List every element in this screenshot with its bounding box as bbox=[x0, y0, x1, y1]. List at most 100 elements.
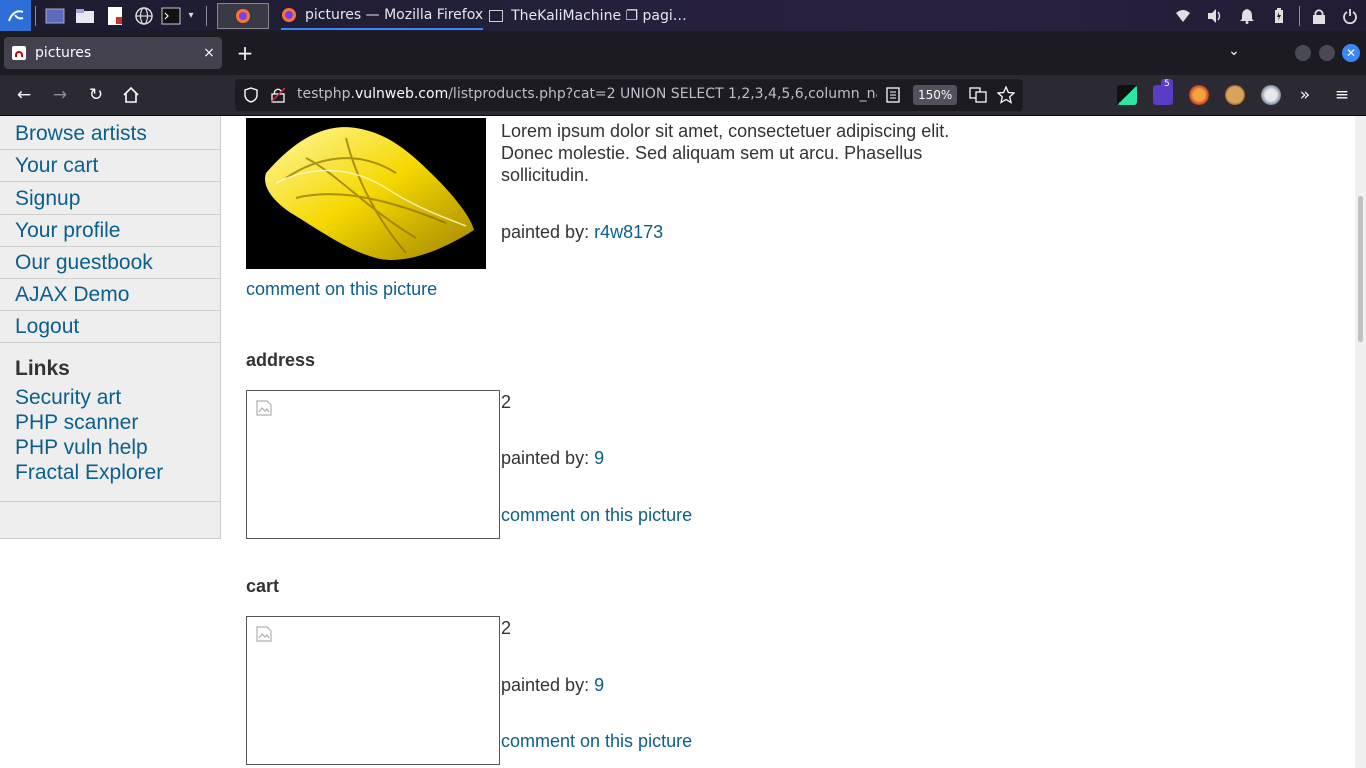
minimize-window-button[interactable] bbox=[1295, 45, 1311, 61]
scrollbar-thumb[interactable] bbox=[1358, 196, 1363, 342]
artist-link[interactable]: 9 bbox=[594, 675, 604, 695]
close-window-button[interactable]: ✕ bbox=[1342, 44, 1360, 62]
product-image-broken[interactable] bbox=[246, 390, 500, 539]
url-domain: vulnweb.com bbox=[354, 86, 449, 102]
kali-menu-icon[interactable] bbox=[0, 0, 31, 31]
broken-image-icon bbox=[256, 400, 272, 416]
product-description: 2 bbox=[501, 618, 512, 638]
comment-link[interactable]: comment on this picture bbox=[501, 505, 692, 526]
sidebar-item-your-cart[interactable]: Your cart bbox=[0, 150, 220, 182]
os-taskbar: ▾ pictures — Mozilla Firefox TheKaliMach… bbox=[0, 0, 1366, 31]
extension-icon-5[interactable] bbox=[1261, 85, 1281, 105]
product-description-line: Donec molestie. Sed aliquam sem ut arcu.… bbox=[501, 143, 923, 163]
forward-arrow-icon[interactable]: → bbox=[48, 83, 72, 107]
logout-icon[interactable] bbox=[1334, 0, 1366, 31]
artist-link[interactable]: r4w8173 bbox=[594, 222, 663, 242]
taskbar-separator bbox=[206, 5, 207, 26]
url-text[interactable]: testphp.vulnweb.com/listproducts.php?cat… bbox=[297, 86, 877, 102]
web-page: Browse artists Your cart Signup Your pro… bbox=[0, 116, 1355, 768]
zoom-level-badge[interactable]: 150% bbox=[913, 85, 958, 105]
painted-by-line: painted by: 9 bbox=[501, 675, 604, 696]
firefox-task-button[interactable] bbox=[217, 2, 269, 29]
sidebar-item-your-profile[interactable]: Your profile bbox=[0, 215, 220, 247]
tab-pictures[interactable]: pictures × bbox=[4, 37, 222, 69]
wifi-icon[interactable] bbox=[1167, 0, 1199, 31]
taskbar-separator bbox=[35, 5, 36, 26]
page-scrollbar[interactable] bbox=[1355, 116, 1366, 768]
system-tray bbox=[1167, 0, 1366, 31]
painted-by-label: painted by: bbox=[501, 222, 595, 242]
painted-by-line: painted by: r4w8173 bbox=[501, 222, 663, 243]
comment-link[interactable]: comment on this picture bbox=[501, 731, 692, 752]
maximize-window-button[interactable] bbox=[1319, 45, 1335, 61]
sidebar-divider bbox=[0, 501, 220, 502]
notifications-bell-icon[interactable] bbox=[1231, 0, 1263, 31]
painted-by-label: painted by: bbox=[501, 448, 595, 468]
firefox-icon bbox=[282, 7, 296, 22]
artist-link[interactable]: 9 bbox=[594, 448, 604, 468]
sidebar-item-ajax-demo[interactable]: AJAX Demo bbox=[0, 279, 220, 311]
translate-icon[interactable] bbox=[969, 87, 987, 103]
home-icon[interactable] bbox=[119, 83, 143, 107]
url-bar[interactable]: testphp.vulnweb.com/listproducts.php?cat… bbox=[235, 79, 1023, 111]
list-all-tabs-icon[interactable]: ⌄ bbox=[1224, 43, 1244, 59]
product-description: 2 bbox=[501, 392, 512, 412]
sidebar-item-logout[interactable]: Logout bbox=[0, 311, 220, 343]
text-editor-icon[interactable] bbox=[100, 0, 130, 31]
browser-tab-bar: pictures × + ⌄ ✕ bbox=[0, 31, 1366, 75]
bookmark-star-icon[interactable] bbox=[997, 86, 1015, 104]
hamburger-menu-icon[interactable]: ≡ bbox=[1330, 83, 1354, 107]
tab-close-icon[interactable]: × bbox=[196, 45, 222, 61]
sidebar-menu: Browse artists Your cart Signup Your pro… bbox=[0, 116, 221, 539]
link-security-art[interactable]: Security art bbox=[15, 386, 121, 410]
product-description-line: sollicitudin. bbox=[501, 165, 590, 185]
product-title[interactable]: cart bbox=[246, 576, 279, 597]
terminal-window-task[interactable]: TheKaliMachine ❐ pagi… bbox=[489, 0, 687, 31]
site-favicon-icon bbox=[12, 46, 26, 60]
terminal-small-icon bbox=[489, 9, 504, 22]
volume-icon[interactable] bbox=[1199, 0, 1231, 31]
reload-icon[interactable]: ↻ bbox=[84, 83, 108, 107]
tab-title: pictures bbox=[35, 45, 92, 61]
product-image-broken[interactable] bbox=[246, 616, 500, 765]
reader-view-icon[interactable] bbox=[886, 87, 900, 103]
chevron-down-icon[interactable]: ▾ bbox=[184, 0, 198, 31]
taskbar-separator bbox=[1299, 5, 1300, 26]
extension-badge: 5 bbox=[1161, 79, 1173, 89]
more-tools-chevron-icon[interactable]: » bbox=[1293, 83, 1317, 107]
sidebar-item-signup[interactable]: Signup bbox=[0, 183, 220, 215]
file-manager-icon[interactable] bbox=[70, 0, 100, 31]
firefox-window-task[interactable]: pictures — Mozilla Firefox bbox=[281, 1, 484, 30]
sidebar-item-our-guestbook[interactable]: Our guestbook bbox=[0, 247, 220, 279]
broken-image-icon bbox=[256, 626, 272, 642]
cookie-extension-icon[interactable] bbox=[1225, 85, 1245, 105]
back-arrow-icon[interactable]: ← bbox=[12, 83, 36, 107]
sidebar-item-browse-artists[interactable]: Browse artists bbox=[0, 118, 220, 150]
url-prefix: testphp. bbox=[297, 86, 355, 102]
product-title[interactable]: address bbox=[246, 350, 315, 371]
product-description-line: Lorem ipsum dolor sit amet, consectetuer… bbox=[501, 121, 950, 141]
painted-by-label: painted by: bbox=[501, 675, 595, 695]
painted-by-line: painted by: 9 bbox=[501, 448, 604, 469]
new-tab-button[interactable]: + bbox=[234, 43, 256, 63]
show-desktop-icon[interactable] bbox=[40, 0, 70, 31]
comment-link[interactable]: comment on this picture bbox=[246, 279, 437, 300]
link-php-vuln-help[interactable]: PHP vuln help bbox=[15, 436, 148, 460]
terminal-window-title: TheKaliMachine ❐ pagi… bbox=[511, 7, 687, 24]
links-heading: Links bbox=[15, 357, 70, 380]
url-path: /listproducts.php?cat=2 UNION SELECT 1,2… bbox=[448, 86, 877, 102]
terminal-icon[interactable] bbox=[158, 0, 184, 31]
extension-icon-2[interactable]: 5 bbox=[1153, 79, 1173, 105]
battery-icon[interactable] bbox=[1263, 0, 1295, 31]
tracking-protection-shield-icon[interactable] bbox=[243, 87, 259, 103]
insecure-lock-icon[interactable] bbox=[271, 87, 285, 103]
extension-icon-1[interactable] bbox=[1117, 85, 1137, 105]
lock-icon[interactable] bbox=[1304, 0, 1334, 31]
web-browser-icon[interactable] bbox=[130, 0, 158, 31]
browser-nav-bar: ← → ↻ testphp.vulnweb.com/listproducts.p… bbox=[0, 75, 1366, 116]
product-image-fractal[interactable] bbox=[246, 118, 486, 269]
link-php-scanner[interactable]: PHP scanner bbox=[15, 411, 138, 435]
active-window-title: pictures — Mozilla Firefox bbox=[305, 6, 484, 23]
link-fractal-explorer[interactable]: Fractal Explorer bbox=[15, 461, 163, 485]
extension-icon-3[interactable] bbox=[1189, 85, 1209, 105]
